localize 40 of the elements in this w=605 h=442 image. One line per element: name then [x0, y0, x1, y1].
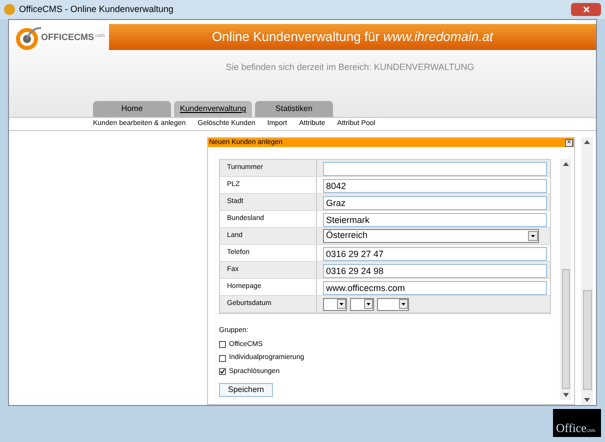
input-field[interactable]	[323, 162, 547, 176]
location-text: Sie befinden sich derzeit im Bereich: KUNDENVERWALTUNG	[226, 61, 474, 74]
scroll-down-icon[interactable]	[562, 393, 568, 397]
scroll-down-icon[interactable]	[584, 398, 590, 402]
scroll-up-icon[interactable]	[562, 162, 568, 166]
select-field[interactable]: Österreich	[323, 229, 539, 243]
check-icon	[220, 369, 225, 374]
input-field[interactable]: Steiermark	[323, 213, 547, 227]
dropdown-icon	[399, 299, 408, 309]
scroll-thumb[interactable]	[582, 290, 592, 390]
checkbox[interactable]	[219, 341, 226, 348]
window-title: OfficeCMS - Online Kundenverwaltung	[19, 2, 174, 16]
logo-text: OFFICECMS	[41, 31, 94, 44]
scroll-thumb[interactable]	[562, 269, 570, 389]
header-title: Online Kundenverwaltung für www.ihredomain.at	[212, 28, 494, 46]
nav-tab[interactable]: Statistiken	[255, 101, 333, 117]
input-field[interactable]: 0316 29 27 47	[323, 247, 547, 261]
input-field[interactable]: www.officecms.com	[323, 281, 547, 295]
dialog-scrollbar[interactable]	[560, 159, 571, 400]
close-icon	[582, 6, 590, 13]
footer-logo-text: Office	[556, 422, 586, 434]
logo-swirl-icon	[15, 25, 41, 51]
app-icon	[4, 4, 15, 15]
close-button[interactable]	[571, 3, 601, 16]
nav-tab[interactable]: Home	[93, 101, 171, 117]
input-field[interactable]: 8042	[323, 179, 547, 193]
dropdown-icon	[528, 231, 538, 241]
checkbox[interactable]	[219, 354, 226, 362]
input-field[interactable]: Graz	[323, 196, 547, 210]
dropdown-icon	[364, 299, 373, 309]
dropdown-icon	[337, 299, 346, 309]
scroll-up-icon[interactable]	[584, 140, 590, 144]
date-select[interactable]	[350, 298, 374, 310]
checkbox[interactable]	[219, 368, 226, 376]
save-button[interactable]: Speichern	[219, 383, 273, 397]
date-select[interactable]	[377, 298, 409, 310]
date-select[interactable]	[323, 298, 347, 310]
input-field[interactable]: 0316 29 24 98	[323, 264, 547, 278]
nav-tab[interactable]: Kundenverwaltung	[174, 101, 252, 117]
page-scrollbar[interactable]	[581, 137, 593, 405]
